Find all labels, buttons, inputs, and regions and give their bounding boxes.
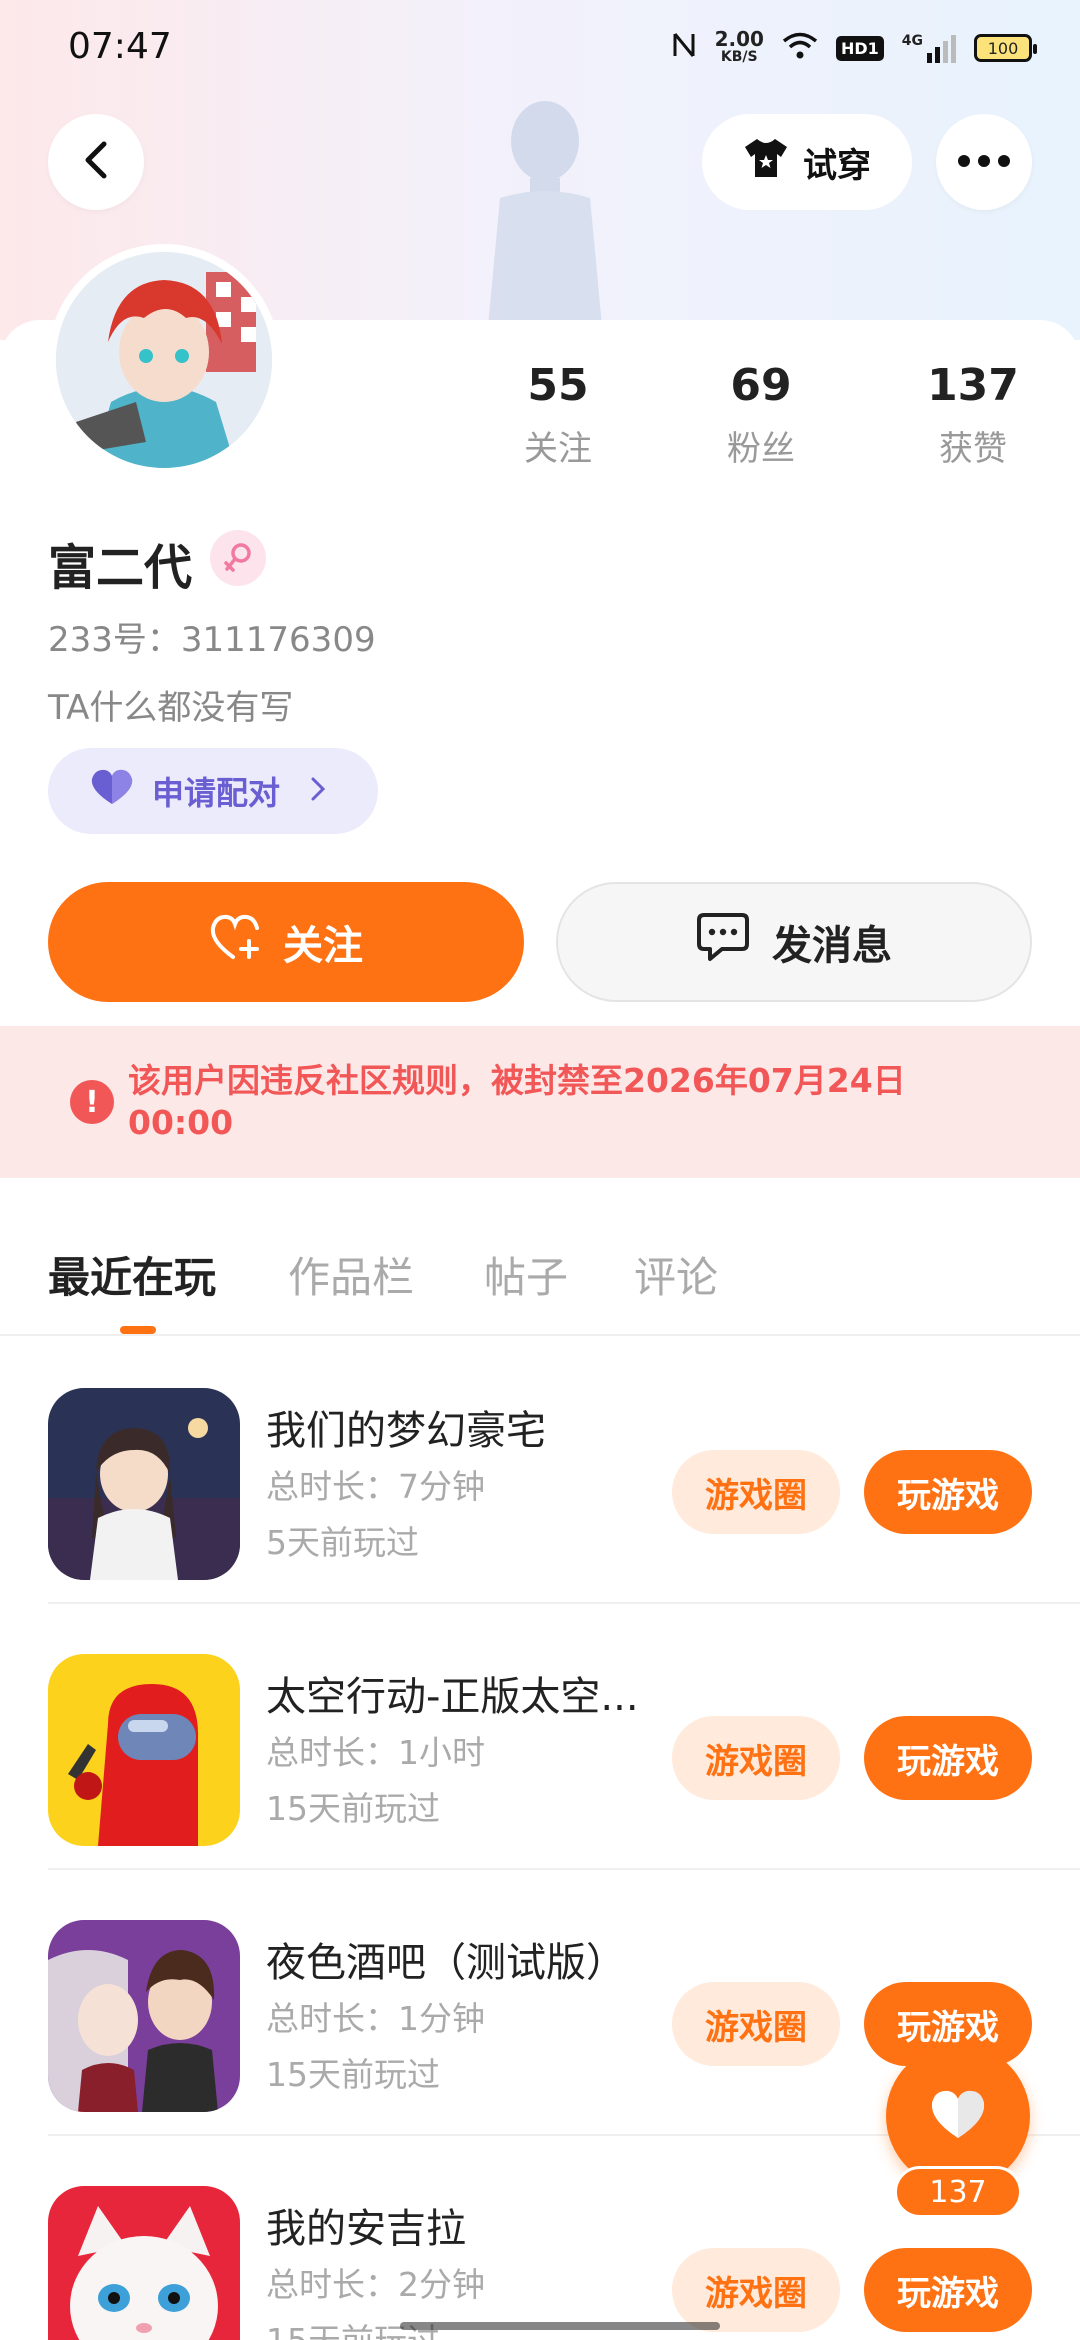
- send-message-button[interactable]: 发消息: [556, 882, 1032, 1002]
- game-list-item[interactable]: 太空行动-正版太空... 总时长：1小时 15天前玩过 游戏圈 玩游戏: [48, 1604, 1080, 1870]
- battery-icon: 100: [974, 34, 1037, 62]
- heart-icon: [928, 2088, 988, 2144]
- stat-followers[interactable]: 69 粉丝: [636, 360, 886, 470]
- status-time: 07:47: [68, 26, 172, 67]
- stat-following[interactable]: 55 关注: [480, 360, 636, 470]
- female-gender-icon: [210, 530, 266, 586]
- heart-plus-icon: [209, 913, 263, 971]
- stat-number: 137: [927, 360, 1019, 411]
- tab-recently-played[interactable]: 最近在玩: [48, 1244, 216, 1305]
- game-title: 我的安吉拉: [266, 2206, 466, 2252]
- status-icons: 2.00 KB/S HD1 4G 100: [671, 26, 1037, 70]
- status-bar: 07:47 2.00 KB/S HD1 4G 100: [0, 0, 1080, 96]
- wifi-icon: [782, 32, 818, 64]
- game-title: 我们的梦幻豪宅: [266, 1408, 546, 1454]
- tshirt-icon: [743, 137, 789, 188]
- game-title: 太空行动-正版太空...: [266, 1674, 639, 1720]
- game-circle-button[interactable]: 游戏圈: [672, 2248, 840, 2332]
- more-options-button[interactable]: [936, 114, 1032, 210]
- active-tab-indicator: [120, 1326, 156, 1334]
- ban-notice-banner: ! 该用户因违反社区规则，被封禁至2026年07月24日 00:00: [0, 1026, 1080, 1178]
- home-indicator: [400, 2322, 720, 2330]
- game-circle-button[interactable]: 游戏圈: [672, 1982, 840, 2066]
- follow-label: 关注: [283, 923, 363, 969]
- game-circle-button[interactable]: 游戏圈: [672, 1716, 840, 1800]
- username: 富二代: [48, 540, 193, 596]
- tab-works[interactable]: 作品栏: [288, 1244, 414, 1305]
- game-duration: 总时长：2分钟: [266, 2265, 485, 2304]
- nfc-icon: [671, 30, 697, 66]
- stat-number: 69: [730, 360, 792, 411]
- game-icon: [48, 2186, 240, 2340]
- network-speed: 2.00 KB/S: [714, 27, 764, 65]
- stat-number: 55: [527, 360, 589, 411]
- back-button[interactable]: [48, 114, 144, 210]
- profile-tabs: 最近在玩 作品栏 帖子 评论: [0, 1230, 1080, 1336]
- game-duration: 总时长：7分钟: [266, 1467, 485, 1506]
- hd-badge: HD1: [835, 35, 884, 61]
- more-dots-icon: [957, 153, 1011, 172]
- game-icon: [48, 1654, 240, 1846]
- avatar-3d-figure: [470, 96, 620, 326]
- request-pairing-button[interactable]: 申请配对: [48, 748, 378, 834]
- like-count-badge: 137: [894, 2166, 1022, 2218]
- heart-icon: [88, 768, 136, 814]
- alert-icon: !: [70, 1080, 114, 1124]
- try-on-button[interactable]: 试穿: [702, 114, 912, 210]
- game-duration: 总时长：1小时: [266, 1733, 485, 1772]
- chat-bubble-icon: [696, 912, 750, 972]
- tab-comments[interactable]: 评论: [634, 1244, 718, 1305]
- user-id: 233号：311176309: [48, 620, 376, 660]
- game-title: 夜色酒吧（测试版）: [266, 1940, 626, 1986]
- play-game-button[interactable]: 玩游戏: [864, 1450, 1032, 1534]
- game-last-played: 5天前玩过: [266, 1523, 419, 1562]
- game-circle-button[interactable]: 游戏圈: [672, 1450, 840, 1534]
- game-last-played: 15天前玩过: [266, 1789, 440, 1828]
- game-icon: [48, 1920, 240, 2112]
- game-list-item[interactable]: 我们的梦幻豪宅 总时长：7分钟 5天前玩过 游戏圈 玩游戏: [48, 1338, 1080, 1604]
- game-last-played: 15天前玩过: [266, 2055, 440, 2094]
- chevron-right-icon: [310, 772, 326, 810]
- game-duration: 总时长：1分钟: [266, 1999, 485, 2038]
- avatar-frame[interactable]: [48, 244, 280, 476]
- game-icon: [48, 1388, 240, 1580]
- request-pairing-label: 申请配对: [152, 774, 281, 812]
- stat-label: 获赞: [939, 429, 1007, 469]
- avatar: [56, 252, 272, 468]
- ban-notice-text: 该用户因违反社区规则，被封禁至2026年07月24日 00:00: [128, 1061, 906, 1142]
- stat-label: 粉丝: [727, 429, 795, 469]
- stat-likes[interactable]: 137 获赞: [886, 360, 1060, 470]
- stat-label: 关注: [524, 429, 592, 469]
- try-on-label: 试穿: [803, 145, 871, 186]
- chevron-left-icon: [80, 140, 112, 184]
- play-game-button[interactable]: 玩游戏: [864, 2248, 1032, 2332]
- play-game-button[interactable]: 玩游戏: [864, 1716, 1032, 1800]
- signal-icon: 4G: [902, 33, 956, 63]
- tab-posts[interactable]: 帖子: [484, 1244, 568, 1305]
- user-bio: TA什么都没有写: [48, 688, 294, 728]
- follow-button[interactable]: 关注: [48, 882, 524, 1002]
- send-message-label: 发消息: [772, 923, 892, 969]
- profile-stats: 55 关注 69 粉丝 137 获赞: [480, 360, 1060, 470]
